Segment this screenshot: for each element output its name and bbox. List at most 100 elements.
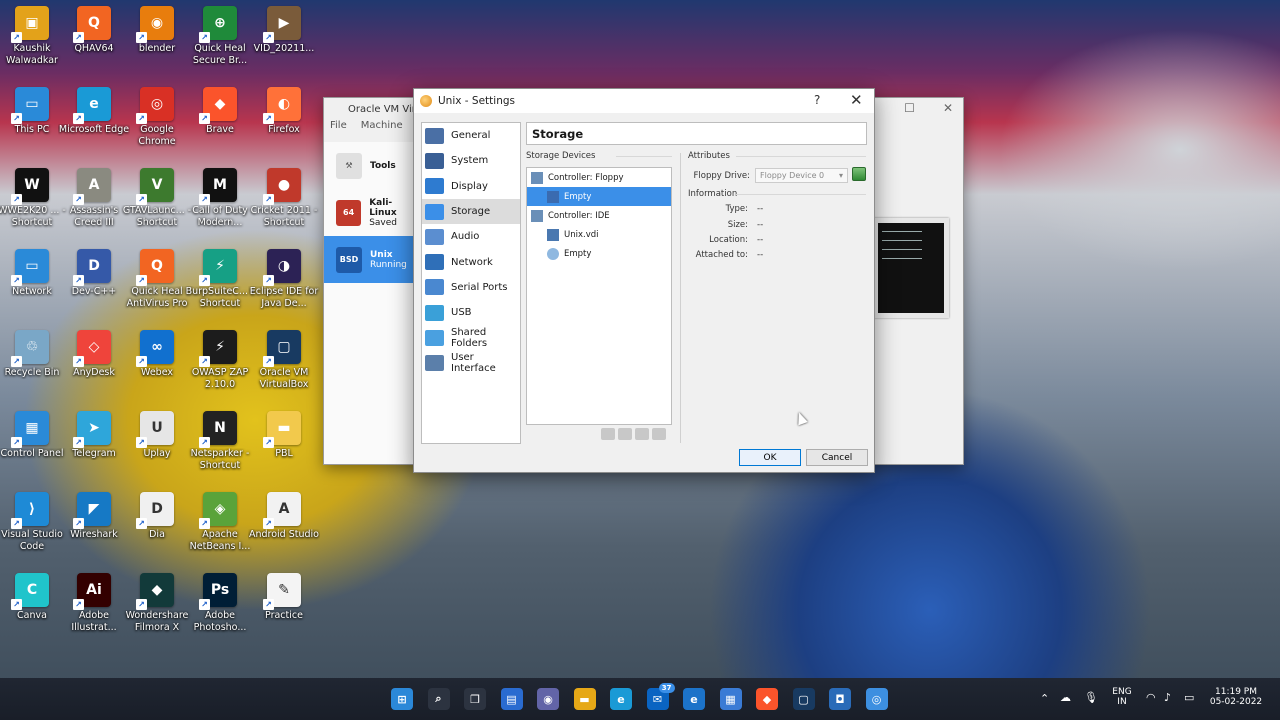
desktop-icon[interactable]: ▭ ↗ Network [0, 249, 64, 298]
desktop-icon[interactable]: ◎ ↗ Google Chrome [125, 87, 189, 148]
desktop-icon[interactable]: ⊕ ↗ Quick Heal Secure Br... [188, 6, 252, 67]
desktop-icon[interactable]: ▢ ↗ Oracle VM VirtualBox [252, 330, 316, 391]
nav-item-general[interactable]: General [422, 123, 520, 148]
desktop-icon[interactable]: U ↗ Uplay [125, 411, 189, 460]
desktop-icon[interactable]: D ↗ Dev-C++ [62, 249, 126, 298]
desktop-icon[interactable]: ▦ ↗ Control Panel [0, 411, 64, 460]
desktop-icon[interactable]: ◆ ↗ Wondershare Filmora X [125, 573, 189, 634]
tools-item[interactable]: ⚒ Tools [324, 142, 418, 189]
volume-icon[interactable]: ♪ [1164, 691, 1171, 704]
floppy-disk-icon[interactable] [852, 167, 866, 181]
desktop-icon[interactable]: ▬ ↗ PBL [252, 411, 316, 460]
nav-item-user-interface[interactable]: User Interface [422, 351, 520, 376]
add-controller-icon[interactable] [635, 428, 649, 440]
desktop-icon[interactable]: ● ↗ Cricket 2011 - Shortcut [251, 168, 317, 229]
desktop-icon[interactable]: Ai ↗ Adobe Illustrat... [62, 573, 126, 634]
mail-icon[interactable]: ✉ 37 [646, 683, 675, 710]
desktop-icon[interactable]: A ↗ Assassin's Creed III [62, 168, 126, 229]
nav-item-audio[interactable]: Audio [422, 224, 520, 249]
desktop-icon[interactable]: W ↗ WWE2K20 ... - Shortcut [0, 168, 66, 229]
nav-item-system[interactable]: System [422, 148, 520, 173]
brave-icon[interactable]: ◆ [756, 688, 778, 710]
desktop-icon[interactable]: V ↗ GTAVLaunc... - Shortcut [123, 168, 191, 229]
store-icon[interactable]: ▦ [719, 688, 742, 710]
battery-icon[interactable]: ▭ [1184, 691, 1194, 704]
file-explorer-icon[interactable]: ▬ [573, 688, 596, 710]
desktop-icon[interactable]: ◆ ↗ Brave [188, 87, 252, 136]
close-button[interactable]: ✕ [850, 91, 863, 109]
desktop-icon-label: Dia [149, 529, 165, 540]
vm-item-unix[interactable]: BSD Unix Running [324, 236, 418, 283]
desktop-icon[interactable]: ▶ ↗ VID_20211... [252, 6, 316, 55]
desktop-icon[interactable]: ◉ ↗ blender [125, 6, 189, 55]
menu-machine[interactable]: Machine [361, 120, 403, 138]
clock[interactable]: 11:19 PM 05-02-2022 [1206, 687, 1266, 707]
internet-explorer-icon[interactable]: e [683, 688, 705, 710]
search-icon[interactable]: ⌕ [427, 688, 450, 710]
desktop-icon[interactable]: ➤ ↗ Telegram [62, 411, 126, 460]
widgets-icon[interactable]: ▤ [500, 688, 523, 710]
start-icon[interactable]: ⊞ [391, 688, 413, 710]
nav-item-shared-folders[interactable]: Shared Folders [422, 325, 520, 350]
desktop-icon[interactable]: A ↗ Android Studio [249, 492, 319, 541]
cancel-button[interactable]: Cancel [806, 449, 868, 466]
virtualbox-icon[interactable]: ▢ [792, 688, 815, 710]
floppy-drive-select[interactable]: Floppy Device 0 ▾ [755, 168, 848, 183]
vm-item-kali-linux[interactable]: 64 Kali-Linux Saved [324, 189, 418, 236]
shortcut-arrow-icon: ↗ [199, 599, 210, 610]
app-compass-icon[interactable]: ◎ [865, 688, 888, 710]
chevron-up-icon[interactable]: ⌃ [1040, 692, 1049, 705]
desktop-icon[interactable]: ◈ ↗ Apache NetBeans I... [188, 492, 252, 553]
desktop-icon[interactable]: ◑ ↗ Eclipse IDE for Java De... [250, 249, 318, 310]
desktop-icon[interactable]: Q ↗ QHAV64 [62, 6, 126, 55]
desktop-icon[interactable]: ◐ ↗ Firefox [252, 87, 316, 136]
tree-item[interactable]: Controller: IDE [527, 206, 671, 225]
cloud-icon[interactable]: ☁ [1060, 691, 1071, 704]
remove-attachment-icon[interactable] [618, 428, 632, 440]
maximize-icon[interactable]: ☐ [904, 101, 915, 115]
desktop-icon[interactable]: ⚡ ↗ BurpSuiteC... - Shortcut [186, 249, 254, 310]
tree-item[interactable]: Unix.vdi [527, 225, 671, 244]
desktop-icon[interactable]: e ↗ Microsoft Edge [59, 87, 129, 136]
tree-item[interactable]: Empty [527, 187, 671, 206]
storage-tree[interactable]: Controller: Floppy Empty Controller: IDE Un… [526, 167, 672, 425]
chat-icon[interactable]: ◉ [537, 688, 559, 710]
nav-item-serial-ports[interactable]: Serial Ports [422, 275, 520, 300]
desktop-icon[interactable]: C ↗ Canva [0, 573, 64, 622]
language-indicator[interactable]: ENG IN [1110, 687, 1134, 707]
desktop-icon[interactable]: ♲ ↗ Recycle Bin [0, 330, 64, 379]
desktop-icon[interactable]: ▣ ↗ Kaushik Walwadkar [0, 6, 64, 67]
close-icon[interactable]: ✕ [943, 101, 953, 115]
app-notify-icon[interactable]: ◘ [829, 688, 851, 710]
desktop-icon[interactable]: ✎ ↗ Practice [252, 573, 316, 622]
settings-dialog[interactable]: Unix - Settings ? ✕ General System Display… [413, 88, 875, 473]
tools-icon: ⚒ [336, 152, 362, 179]
help-button[interactable]: ? [814, 93, 820, 107]
tree-item[interactable]: Controller: Floppy [527, 168, 671, 187]
nav-item-storage[interactable]: Storage [422, 198, 520, 225]
desktop-icon[interactable]: ◤ ↗ Wireshark [62, 492, 126, 541]
desktop-icon[interactable]: ∞ ↗ Webex [125, 330, 189, 379]
desktop-icon[interactable]: D ↗ Dia [125, 492, 189, 541]
desktop-icon[interactable]: ⚡ ↗ OWASP ZAP 2.10.0 [188, 330, 252, 391]
remove-controller-icon[interactable] [652, 428, 666, 440]
menu-file[interactable]: File [330, 120, 347, 138]
desktop-icon[interactable]: ▭ ↗ This PC [0, 87, 64, 136]
nav-item-usb[interactable]: USB [422, 300, 520, 325]
desktop-icon[interactable]: ⟩ ↗ Visual Studio Code [0, 492, 64, 553]
tree-item[interactable]: Empty [527, 244, 671, 263]
nav-item-network[interactable]: Network [422, 249, 520, 274]
desktop-icon[interactable]: Q ↗ Quick Heal AntiVirus Pro [125, 249, 189, 310]
shortcut-arrow-icon: ↗ [263, 32, 274, 43]
ok-button[interactable]: OK [739, 449, 801, 466]
nav-item-display[interactable]: Display [422, 174, 520, 199]
microphone-icon[interactable]: 🎙 [1084, 691, 1098, 704]
add-attachment-icon[interactable] [601, 428, 615, 440]
wifi-icon[interactable]: ◠ [1146, 691, 1156, 704]
desktop-icon[interactable]: M ↗ Call of Duty Modern... [188, 168, 252, 229]
desktop-icon[interactable]: Ps ↗ Adobe Photosho... [188, 573, 252, 634]
task-view-icon[interactable]: ❐ [464, 688, 486, 710]
desktop-icon[interactable]: ◇ ↗ AnyDesk [62, 330, 126, 379]
desktop-icon[interactable]: N ↗ Netsparker - Shortcut [188, 411, 252, 472]
edge-icon[interactable]: e [610, 688, 632, 710]
